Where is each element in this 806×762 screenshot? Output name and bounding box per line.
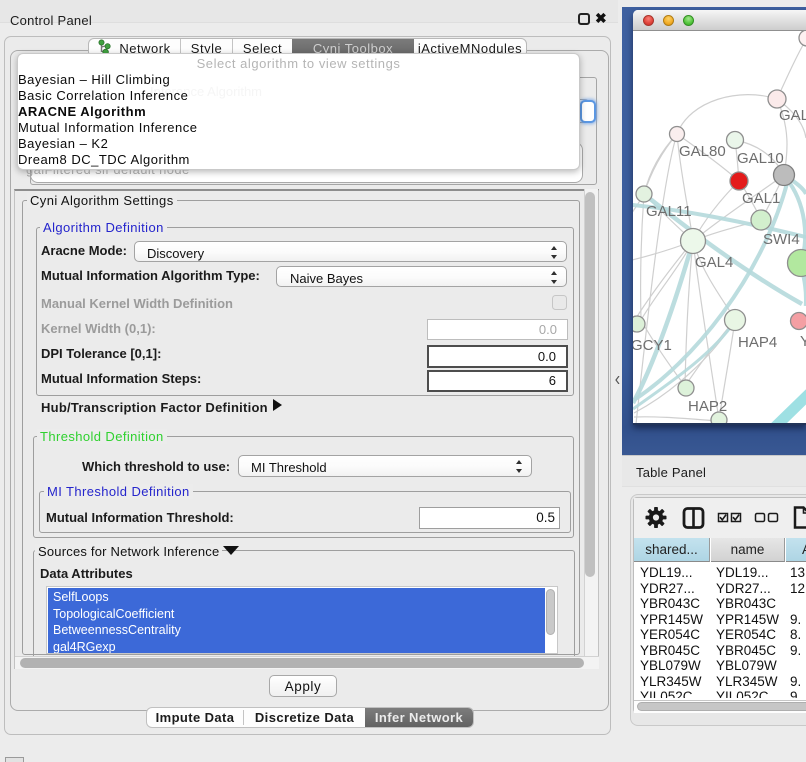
svg-text:SWI4: SWI4 — [763, 231, 800, 248]
svg-text:GAL4: GAL4 — [695, 254, 733, 271]
svg-text:GCY1: GCY1 — [633, 337, 672, 354]
svg-text:GAL11: GAL11 — [646, 203, 692, 220]
svg-text:GAL10: GAL10 — [737, 150, 784, 167]
svg-text:GAL2: GAL2 — [779, 107, 806, 124]
svg-text:GAL80: GAL80 — [679, 143, 726, 160]
svg-text:GAL1: GAL1 — [742, 190, 780, 207]
svg-text:HAP4: HAP4 — [738, 334, 777, 351]
svg-text:HAP2: HAP2 — [688, 398, 727, 415]
svg-text:YJ: YJ — [800, 333, 806, 350]
